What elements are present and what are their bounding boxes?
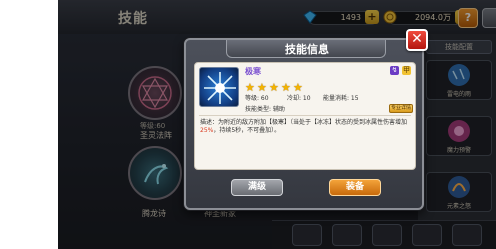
frost-burst-icon xyxy=(204,72,236,104)
star-icon: ★ xyxy=(245,81,255,94)
skill-detail-button[interactable]: 专业详情 xyxy=(389,104,413,113)
star-icon: ★ xyxy=(293,81,303,94)
skill-energy-cost: 能量消耗: 15 xyxy=(323,95,359,102)
skill-stars: ★ ★ ★ ★ ★ xyxy=(245,76,305,93)
skill-cooldown: 冷却: 10 xyxy=(287,95,311,102)
skill-description: 描述：为附近的敌方附加【极寒】（当处于【冰冻】状态的受到冰属性伤害增加25%，持… xyxy=(200,119,412,135)
skill-rank-badge: 甲 xyxy=(402,66,411,75)
skill-icon xyxy=(199,67,239,107)
equip-button[interactable]: 装备 xyxy=(329,179,381,196)
close-icon[interactable]: ✕ xyxy=(406,29,428,51)
description-highlight: 25% xyxy=(200,127,214,134)
star-icon: ★ xyxy=(257,81,267,94)
star-icon: ★ xyxy=(281,81,291,94)
description-text: 描述：为附近的敌方附加【极寒】（当处于【冰冻】状态的受到冰属性伤害增加 xyxy=(200,119,408,126)
dialog-title: 技能信息 xyxy=(285,43,329,56)
skill-level: 等级: 60 xyxy=(245,95,269,102)
skill-type: 技能类型: 辅助 xyxy=(245,106,285,113)
divider xyxy=(199,115,411,116)
skill-info-panel: 极寒 ↯ 甲 ★ ★ ★ ★ ★ 等级: 60 冷却: 10 能量消耗: 15 技能类型… xyxy=(194,62,416,170)
max-level-button[interactable]: 满级 xyxy=(231,179,283,196)
dialog-header: 技能信息 xyxy=(226,40,386,58)
star-icon: ★ xyxy=(269,81,279,94)
description-suffix: ，持续5秒，不可叠加）。 xyxy=(213,127,281,134)
skill-element-badge: ↯ xyxy=(390,66,399,75)
skill-info-dialog: 技能信息 极寒 ↯ 甲 ★ ★ ★ ★ ★ 等级: 60 冷却: 10 能量消耗: 15… xyxy=(184,38,424,210)
